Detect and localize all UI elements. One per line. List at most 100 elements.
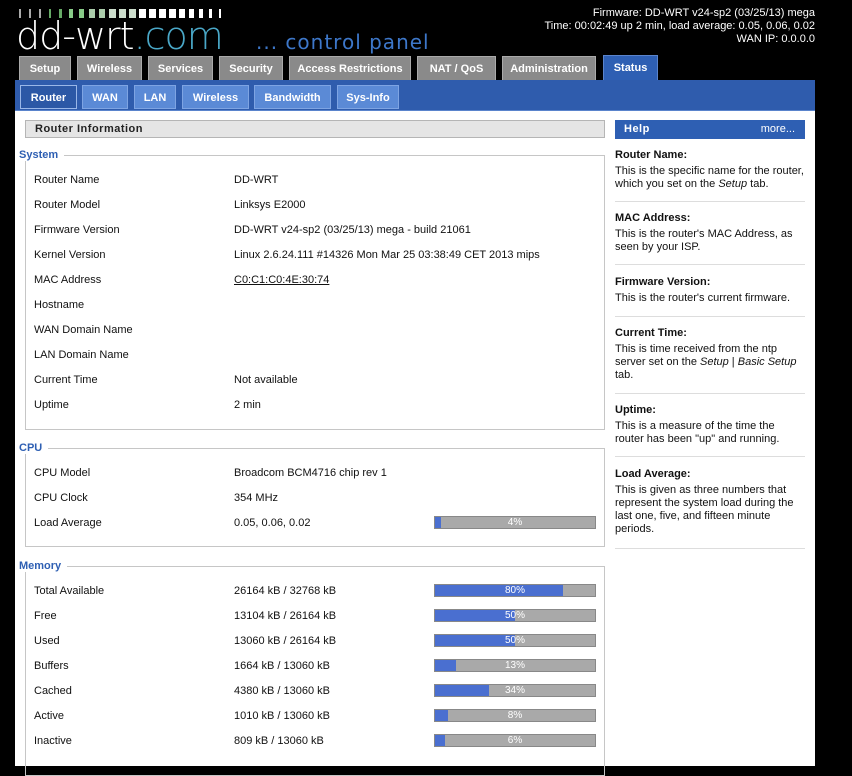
tab-nat-qos[interactable]: NAT / QoS: [417, 56, 496, 80]
memory-bar-active: 8%: [434, 709, 596, 722]
cpu-fieldset: [25, 448, 605, 547]
system-fieldset: [25, 155, 605, 430]
system-value-firmware-version: DD-WRT v24-sp2 (03/25/13) mega - build 2…: [234, 224, 471, 236]
system-label-wan-domain-name: WAN Domain Name: [34, 324, 133, 336]
help-item-title: Uptime:: [615, 404, 656, 416]
system-label-router-model: Router Model: [34, 199, 101, 211]
memory-bar-free: 50%: [434, 609, 596, 622]
system-value-current-time: Not available: [234, 374, 298, 386]
logo-com: .com: [133, 14, 224, 58]
help-item-title: MAC Address:: [615, 212, 691, 224]
help-item-title: Firmware Version:: [615, 276, 711, 288]
tab-access-restrictions[interactable]: Access Restrictions: [289, 56, 411, 80]
logo-subtitle: ... control panel: [256, 30, 430, 54]
subtab-router[interactable]: Router: [20, 85, 77, 109]
page-title: Router Information: [25, 120, 605, 138]
wan-ip-line: WAN IP: 0.0.0.0: [736, 33, 815, 45]
bar-percent: 13%: [504, 660, 525, 671]
content-area: Router Information System Router Name DD-…: [15, 111, 815, 776]
help-item-current-time: Current Time: This is time received from …: [615, 327, 805, 394]
memory-value-free: 13104 kB / 26164 kB: [234, 610, 337, 622]
cpu-value-cpu-model: Broadcom BCM4716 chip rev 1: [234, 467, 387, 479]
system-label-router-name: Router Name: [34, 174, 100, 186]
help-item-text: This is a measure of the time the router…: [615, 420, 780, 445]
memory-label-total-available: Total Available: [34, 585, 105, 597]
bar-percent: 50%: [504, 635, 525, 646]
tab-administration[interactable]: Administration: [502, 56, 596, 80]
help-item-title: Router Name:: [615, 149, 688, 161]
bar-percent: 50%: [504, 610, 525, 621]
cpu-label-cpu-clock: CPU Clock: [34, 492, 88, 504]
memory-label-inactive: Inactive: [34, 735, 72, 747]
memory-label-free: Free: [34, 610, 57, 622]
tab-status[interactable]: Status: [603, 55, 658, 80]
help-item-uptime: Uptime: This is a measure of the time the…: [615, 404, 805, 457]
memory-value-total-available: 26164 kB / 32768 kB: [234, 585, 337, 597]
memory-value-inactive: 809 kB / 13060 kB: [234, 735, 324, 747]
help-item-load-average: Load Average: This is given as three numb…: [615, 468, 805, 549]
help-item-firmware-version: Firmware Version: This is the router's cu…: [615, 276, 805, 317]
subtab-bandwidth[interactable]: Bandwidth: [254, 85, 331, 109]
system-label-mac-address: MAC Address: [34, 274, 102, 286]
help-item-title: Current Time:: [615, 327, 687, 339]
system-value-kernel-version: Linux 2.6.24.111 #14326 Mon Mar 25 03:38…: [234, 249, 540, 261]
cpu-legend: CPU: [19, 442, 49, 454]
tab-security[interactable]: Security: [219, 56, 283, 80]
tab-setup[interactable]: Setup: [19, 56, 71, 80]
subtab-wan[interactable]: WAN: [82, 85, 128, 109]
memory-label-buffers: Buffers: [34, 660, 69, 672]
memory-legend: Memory: [19, 560, 68, 572]
help-title: Help: [624, 123, 650, 135]
help-item-text: This is the specific name for the router…: [615, 165, 804, 190]
memory-value-used: 13060 kB / 26164 kB: [234, 635, 337, 647]
system-value-mac-address[interactable]: C0:C1:C0:4E:30:74: [234, 274, 329, 286]
system-legend: System: [19, 149, 65, 161]
memory-label-active: Active: [34, 710, 64, 722]
cpu-label-cpu-model: CPU Model: [34, 467, 91, 479]
bar-percent: 80%: [504, 585, 525, 596]
bar-percent: 6%: [507, 735, 523, 746]
firmware-info: Firmware: DD-WRT v24-sp2 (03/25/13) mega…: [545, 7, 816, 46]
memory-label-cached: Cached: [34, 685, 72, 697]
cpu-label-load-average: Load Average: [34, 517, 102, 529]
bar-percent: 4%: [507, 517, 523, 528]
memory-bar-used: 50%: [434, 634, 596, 647]
system-label-firmware-version: Firmware Version: [34, 224, 120, 236]
cpu-bar-load-average: 4%: [434, 516, 596, 529]
subtab-wireless[interactable]: Wireless: [182, 85, 249, 109]
memory-value-buffers: 1664 kB / 13060 kB: [234, 660, 331, 672]
help-item-mac-address: MAC Address: This is the router's MAC Add…: [615, 212, 805, 265]
memory-value-cached: 4380 kB / 13060 kB: [234, 685, 331, 697]
tab-wireless[interactable]: Wireless: [77, 56, 142, 80]
logo: dd-wrt.com: [16, 12, 224, 60]
sub-tabs: Router WAN LAN Wireless Bandwidth Sys-In…: [15, 80, 815, 111]
help-item-text: This is given as three numbers that repr…: [615, 484, 794, 535]
help-item-text: This is the router's MAC Address, as see…: [615, 228, 793, 253]
cpu-value-cpu-clock: 354 MHz: [234, 492, 279, 504]
memory-bar-buffers: 13%: [434, 659, 596, 672]
system-label-hostname: Hostname: [34, 299, 85, 311]
system-label-uptime: Uptime: [34, 399, 69, 411]
memory-bar-inactive: 6%: [434, 734, 596, 747]
bar-percent: 8%: [507, 710, 523, 721]
firmware-line: Firmware: DD-WRT v24-sp2 (03/25/13) mega: [592, 7, 815, 19]
system-label-current-time: Current Time: [34, 374, 98, 386]
help-item-text: This is time received from the ntp serve…: [615, 343, 797, 381]
system-label-lan-domain-name: LAN Domain Name: [34, 349, 129, 361]
help-more-link[interactable]: more...: [761, 120, 795, 139]
subtab-lan[interactable]: LAN: [134, 85, 176, 109]
help-header: Help more...: [615, 120, 805, 139]
memory-label-used: Used: [34, 635, 60, 647]
cpu-value-load-average: 0.05, 0.06, 0.02: [234, 517, 311, 529]
system-value-uptime: 2 min: [234, 399, 261, 411]
help-item-router-name: Router Name: This is the specific name fo…: [615, 149, 805, 202]
help-item-title: Load Average:: [615, 468, 691, 480]
memory-value-active: 1010 kB / 13060 kB: [234, 710, 331, 722]
memory-bar-cached: 34%: [434, 684, 596, 697]
time-line: Time: 00:02:49 up 2 min, load average: 0…: [544, 20, 816, 32]
subtab-sys-info[interactable]: Sys-Info: [337, 85, 399, 109]
memory-bar-total-available: 80%: [434, 584, 596, 597]
system-value-router-name: DD-WRT: [234, 174, 279, 186]
system-label-kernel-version: Kernel Version: [34, 249, 106, 261]
tab-services[interactable]: Services: [148, 56, 213, 80]
